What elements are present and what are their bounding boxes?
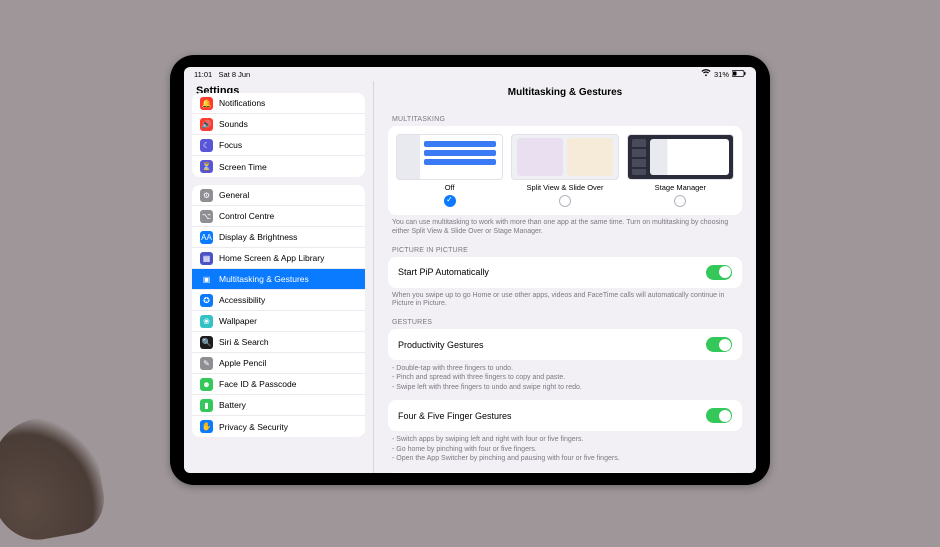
sidebar-item-wallpaper-label: Wallpaper [219,316,257,326]
multitask-option-split-label: Split View & Slide Over [527,183,604,192]
sidebar-item-control-centre-icon: ⌥ [200,210,213,223]
wifi-icon [701,69,711,79]
status-right: 31% [701,69,746,79]
multitask-option-stage-preview [627,134,734,180]
productivity-gestures-row[interactable]: Productivity Gestures [388,329,742,360]
sidebar-item-privacy[interactable]: ✋ Privacy & Security [192,416,365,437]
sidebar-item-faceid-icon: ☻ [200,378,213,391]
ipad-screen: 11:01 Sat 8 Jun 31% Settings 🔔Notificati… [184,67,756,473]
sidebar-item-battery-icon: ▮ [200,399,213,412]
productivity-gestures-label: Productivity Gestures [398,340,484,350]
pip-label: Start PiP Automatically [398,267,489,277]
sidebar-item-siri[interactable]: 🔍 Siri & Search [192,332,365,353]
pip-row[interactable]: Start PiP Automatically [388,257,742,288]
sidebar-item-display[interactable]: AA Display & Brightness [192,227,365,248]
sidebar-item-sounds-icon: 🔊 [200,118,213,131]
sidebar-item-notifications-icon: 🔔 [200,97,213,110]
sidebar-item-general-label: General [219,190,249,200]
multitasking-footer: You can use multitasking to work with mo… [392,219,738,237]
detail-pane[interactable]: Multitasking & Gestures MULTITASKING Off… [374,81,756,473]
multitask-option-off-preview [396,134,503,180]
sidebar-item-notifications-label: Notifications [219,98,265,108]
sidebar-item-sounds-label: Sounds [219,119,248,129]
sidebar-item-control-centre[interactable]: ⌥ Control Centre [192,206,365,227]
multitask-option-stage[interactable]: Stage Manager [627,134,734,207]
detail-title: Multitasking & Gestures [388,81,742,106]
sidebar-item-focus[interactable]: ☾ Focus [192,135,365,156]
sidebar-item-screen-time-icon: ⏳ [200,160,213,173]
sidebar-item-home-screen[interactable]: ▦ Home Screen & App Library [192,248,365,269]
sidebar-item-wallpaper[interactable]: ❀ Wallpaper [192,311,365,332]
sidebar-item-siri-icon: 🔍 [200,336,213,349]
sidebar-item-accessibility-icon: ✪ [200,294,213,307]
productivity-gestures-bullets: Double-tap with three fingers to undo.Pi… [392,364,738,392]
sidebar-item-battery[interactable]: ▮ Battery [192,395,365,416]
productivity-gestures-toggle[interactable] [706,337,732,352]
sidebar-item-apple-pencil-label: Apple Pencil [219,358,266,368]
sidebar-item-focus-icon: ☾ [200,139,213,152]
sidebar-item-sounds[interactable]: 🔊 Sounds [192,114,365,135]
sidebar-item-multitasking[interactable]: ▣ Multitasking & Gestures [192,269,365,290]
sidebar-item-faceid-label: Face ID & Passcode [219,379,296,389]
multitasking-card: Off Split View & Slide Over Stage Manager [388,126,742,215]
sidebar-item-home-screen-label: Home Screen & App Library [219,253,324,263]
sidebar-item-accessibility-label: Accessibility [219,295,265,305]
sidebar-item-battery-label: Battery [219,400,246,410]
multitask-option-split-preview [511,134,618,180]
sidebar-item-screen-time-label: Screen Time [219,162,267,172]
sidebar-item-faceid[interactable]: ☻ Face ID & Passcode [192,374,365,395]
multitask-option-off[interactable]: Off [396,134,503,207]
status-bar: 11:01 Sat 8 Jun 31% [184,67,756,81]
four-five-gestures-row[interactable]: Four & Five Finger Gestures [388,400,742,431]
shake-to-undo-row[interactable]: Shake to Undo [388,472,742,473]
sidebar-item-apple-pencil[interactable]: ✎ Apple Pencil [192,353,365,374]
multitask-option-split-radio[interactable] [559,195,571,207]
sidebar-item-notifications[interactable]: 🔔 Notifications [192,93,365,114]
section-label-gestures: GESTURES [392,319,738,326]
sidebar-item-wallpaper-icon: ❀ [200,315,213,328]
multitask-option-off-label: Off [445,183,455,192]
sidebar-item-screen-time[interactable]: ⏳ Screen Time [192,156,365,177]
four-five-gestures-bullets: Switch apps by swiping left and right wi… [392,435,738,463]
status-date: Sat 8 Jun [218,70,250,79]
sidebar-item-display-icon: AA [200,231,213,244]
multitask-option-split[interactable]: Split View & Slide Over [511,134,618,207]
sidebar-item-control-centre-label: Control Centre [219,211,274,221]
sidebar-item-display-label: Display & Brightness [219,232,297,242]
sidebar-item-accessibility[interactable]: ✪ Accessibility [192,290,365,311]
status-time: 11:01 [194,70,212,79]
sidebar-item-general-icon: ⚙ [200,189,213,202]
sidebar-item-multitasking-icon: ▣ [200,273,213,286]
sidebar-item-siri-label: Siri & Search [219,337,269,347]
status-left: 11:01 Sat 8 Jun [194,70,250,79]
sidebar-item-multitasking-label: Multitasking & Gestures [219,274,309,284]
section-label-multitasking: MULTITASKING [392,116,738,123]
settings-sidebar: Settings 🔔Notifications🔊Sounds☾Focus⏳Scr… [184,81,374,473]
sidebar-item-focus-label: Focus [219,140,242,150]
sidebar-item-apple-pencil-icon: ✎ [200,357,213,370]
section-label-pip: PICTURE IN PICTURE [392,247,738,254]
multitask-option-stage-radio[interactable] [674,195,686,207]
multitask-option-stage-label: Stage Manager [655,183,706,192]
sidebar-item-general[interactable]: ⚙ General [192,185,365,206]
sidebar-item-privacy-label: Privacy & Security [219,422,288,432]
sidebar-group-1: 🔔 Notifications 🔊 Sounds ☾ Focus ⏳ Screen Time [192,93,365,177]
ipad-device-frame: 11:01 Sat 8 Jun 31% Settings 🔔Notificati… [170,55,770,485]
sidebar-item-home-screen-icon: ▦ [200,252,213,265]
sidebar-item-privacy-icon: ✋ [200,420,213,433]
pip-footer: When you swipe up to go Home or use othe… [392,292,738,310]
hand-holding-device [0,409,110,546]
pip-toggle[interactable] [706,265,732,280]
four-five-gestures-label: Four & Five Finger Gestures [398,411,512,421]
battery-percentage: 31% [714,70,729,79]
four-five-gestures-toggle[interactable] [706,408,732,423]
battery-icon [732,70,746,79]
sidebar-group-2: ⚙ General ⌥ Control Centre AA Display & Brigh… [192,185,365,437]
multitask-option-off-radio[interactable] [444,195,456,207]
